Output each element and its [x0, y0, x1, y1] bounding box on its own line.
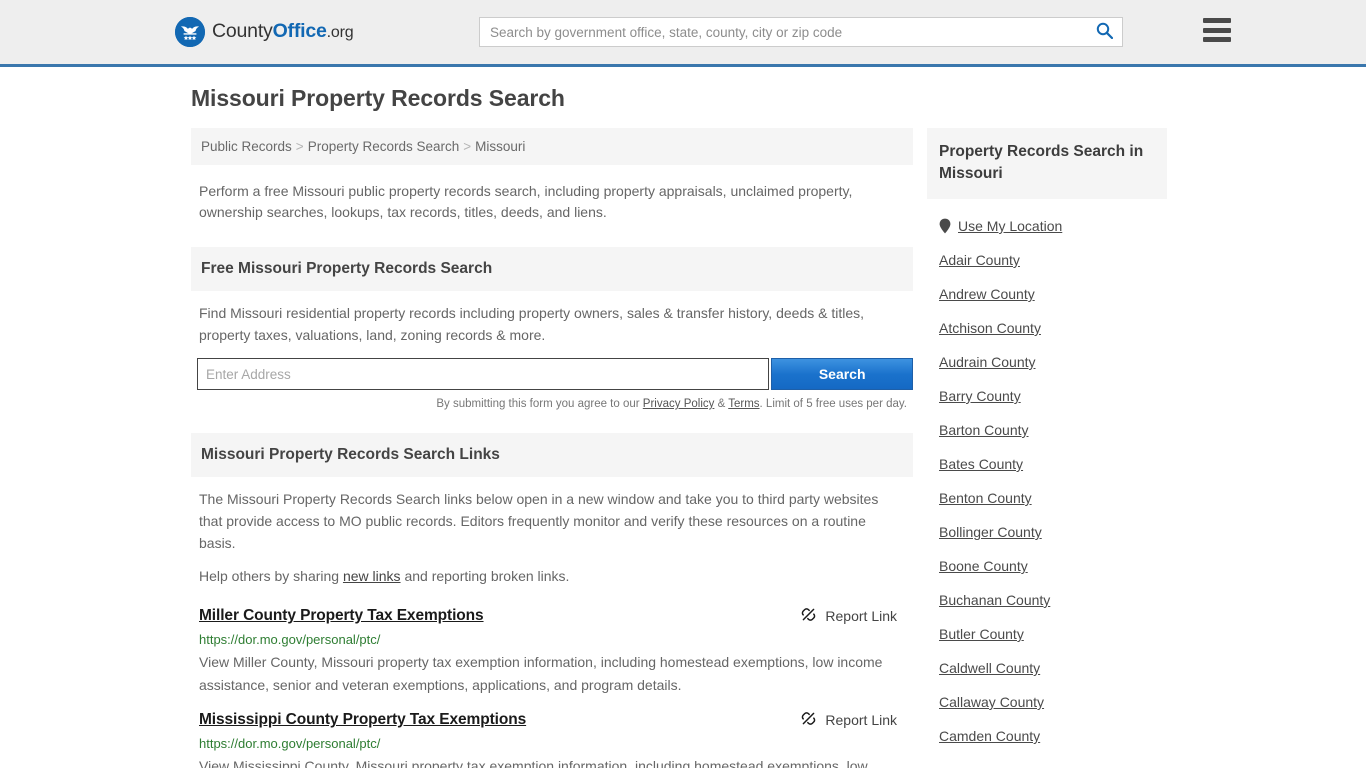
search-submit-button[interactable] — [1086, 18, 1122, 46]
form-disclaimer: By submitting this form you agree to our… — [191, 398, 907, 410]
main-column: Public Records > Property Records Search > M… — [191, 128, 913, 768]
use-my-location-link[interactable]: Use My Location — [958, 218, 1062, 234]
sidebar-item-camden-county[interactable]: Camden County — [939, 719, 1155, 753]
search-links-help: Help others by sharing new links and rep… — [199, 566, 905, 588]
breadcrumb-item-missouri[interactable]: Missouri — [475, 139, 525, 154]
logo-text-office: Office — [272, 20, 327, 43]
header-search-bar — [479, 17, 1123, 47]
disclaimer-amp: & — [714, 398, 729, 411]
broken-link-icon — [800, 606, 817, 626]
logo-text-county: County — [212, 20, 273, 43]
sidebar-item-benton-county[interactable]: Benton County — [939, 481, 1155, 515]
content-columns: Public Records > Property Records Search > M… — [183, 128, 1183, 768]
address-search-form: Search — [197, 358, 913, 391]
county-link[interactable]: Callaway County — [939, 694, 1044, 710]
sidebar-item-use-my-location[interactable]: Use My Location — [939, 209, 1155, 243]
county-link[interactable]: Butler County — [939, 626, 1024, 642]
sidebar-item-audrain-county[interactable]: Audrain County — [939, 345, 1155, 379]
link-item-header: Mississippi County Property Tax Exemptio… — [199, 710, 905, 730]
header-inner: CountyOffice.org — [175, 0, 1231, 64]
result-description: View Miller County, Missouri property ta… — [199, 653, 883, 693]
broken-link-icon — [800, 710, 817, 730]
sidebar-county-list: Use My Location Adair County Andrew Coun… — [927, 199, 1167, 753]
county-link[interactable]: Boone County — [939, 558, 1028, 574]
help-prefix: Help others by sharing — [199, 568, 343, 585]
sidebar-heading: Property Records Search in Missouri — [927, 128, 1167, 199]
county-link[interactable]: Barry County — [939, 388, 1021, 404]
page-intro-text: Perform a free Missouri public property … — [199, 183, 853, 221]
county-link[interactable]: Adair County — [939, 252, 1020, 268]
result-url: https://dor.mo.gov/personal/ptc/ — [199, 736, 381, 752]
sidebar: Property Records Search in Missouri Use … — [927, 128, 1167, 753]
list-item: Mississippi County Property Tax Exemptio… — [191, 710, 913, 768]
county-link[interactable]: Camden County — [939, 728, 1040, 744]
search-links-heading: Missouri Property Records Search Links — [191, 433, 913, 478]
address-search-button[interactable]: Search — [771, 358, 913, 391]
county-link[interactable]: Bates County — [939, 456, 1023, 472]
county-link[interactable]: Bollinger County — [939, 524, 1042, 540]
report-link-button[interactable]: Report Link — [800, 606, 897, 626]
search-links-body: The Missouri Property Records Search lin… — [191, 477, 913, 588]
free-search-body: Find Missouri residential property recor… — [191, 291, 913, 346]
report-link-label: Report Link — [825, 607, 897, 624]
page-title: Missouri Property Records Search — [191, 85, 565, 111]
result-description: View Mississippi County, Missouri proper… — [199, 758, 868, 768]
site-header: CountyOffice.org — [0, 0, 1366, 67]
disclaimer-suffix: . Limit of 5 free uses per day. — [759, 398, 907, 411]
county-link[interactable]: Caldwell County — [939, 660, 1040, 676]
county-link[interactable]: Barton County — [939, 422, 1029, 438]
map-pin-icon — [939, 218, 951, 234]
search-links-list: Miller County Property Tax Exemptions Re… — [191, 606, 913, 768]
sidebar-item-caldwell-county[interactable]: Caldwell County — [939, 651, 1155, 685]
sidebar-item-bates-county[interactable]: Bates County — [939, 447, 1155, 481]
hamburger-bar — [1203, 37, 1231, 42]
result-title-link[interactable]: Miller County Property Tax Exemptions — [199, 607, 484, 625]
breadcrumb-item-public-records[interactable]: Public Records — [201, 139, 292, 154]
hamburger-menu-icon[interactable] — [1203, 18, 1231, 42]
breadcrumb-separator: > — [295, 139, 304, 154]
report-link-button[interactable]: Report Link — [800, 710, 897, 730]
sidebar-item-barry-county[interactable]: Barry County — [939, 379, 1155, 413]
disclaimer-prefix: By submitting this form you agree to our — [436, 398, 643, 411]
address-input[interactable] — [197, 358, 770, 391]
free-search-heading: Free Missouri Property Records Search — [191, 246, 913, 291]
sidebar-item-andrew-county[interactable]: Andrew County — [939, 277, 1155, 311]
list-item: Miller County Property Tax Exemptions Re… — [191, 606, 913, 710]
county-link[interactable]: Andrew County — [939, 286, 1035, 302]
terms-link[interactable]: Terms — [728, 398, 759, 410]
sidebar-item-butler-county[interactable]: Butler County — [939, 617, 1155, 651]
free-search-description: Find Missouri residential property recor… — [199, 304, 865, 343]
sidebar-item-barton-county[interactable]: Barton County — [939, 413, 1155, 447]
sidebar-item-bollinger-county[interactable]: Bollinger County — [939, 515, 1155, 549]
eagle-shield-emblem-icon — [175, 17, 205, 47]
result-url: https://dor.mo.gov/personal/ptc/ — [199, 631, 381, 647]
result-title-link[interactable]: Mississippi County Property Tax Exemptio… — [199, 711, 526, 729]
search-icon — [1096, 22, 1113, 42]
hamburger-bar — [1203, 27, 1231, 33]
county-link[interactable]: Buchanan County — [939, 592, 1050, 608]
privacy-policy-link[interactable]: Privacy Policy — [643, 398, 715, 410]
county-link[interactable]: Benton County — [939, 490, 1032, 506]
logo-text-org: .org — [326, 24, 354, 42]
hamburger-bar — [1203, 18, 1231, 23]
county-link[interactable]: Atchison County — [939, 320, 1041, 336]
report-link-label: Report Link — [825, 712, 897, 729]
sidebar-item-atchison-county[interactable]: Atchison County — [939, 311, 1155, 345]
page-container: Missouri Property Records Search Public … — [183, 67, 1183, 768]
search-input[interactable] — [480, 18, 1086, 46]
breadcrumb: Public Records > Property Records Search > M… — [191, 128, 913, 165]
search-links-paragraph: The Missouri Property Records Search lin… — [199, 491, 879, 551]
sidebar-item-boone-county[interactable]: Boone County — [939, 549, 1155, 583]
breadcrumb-separator: > — [463, 139, 472, 154]
breadcrumb-item-property-records-search[interactable]: Property Records Search — [308, 139, 460, 154]
sidebar-item-adair-county[interactable]: Adair County — [939, 243, 1155, 277]
sidebar-item-callaway-county[interactable]: Callaway County — [939, 685, 1155, 719]
help-suffix: and reporting broken links. — [400, 568, 570, 585]
sidebar-item-buchanan-county[interactable]: Buchanan County — [939, 583, 1155, 617]
link-item-header: Miller County Property Tax Exemptions Re… — [199, 606, 905, 626]
logo-wordmark: CountyOffice.org — [212, 20, 354, 43]
site-logo[interactable]: CountyOffice.org — [175, 17, 354, 47]
county-link[interactable]: Audrain County — [939, 354, 1036, 370]
new-links-link[interactable]: new links — [343, 568, 401, 584]
